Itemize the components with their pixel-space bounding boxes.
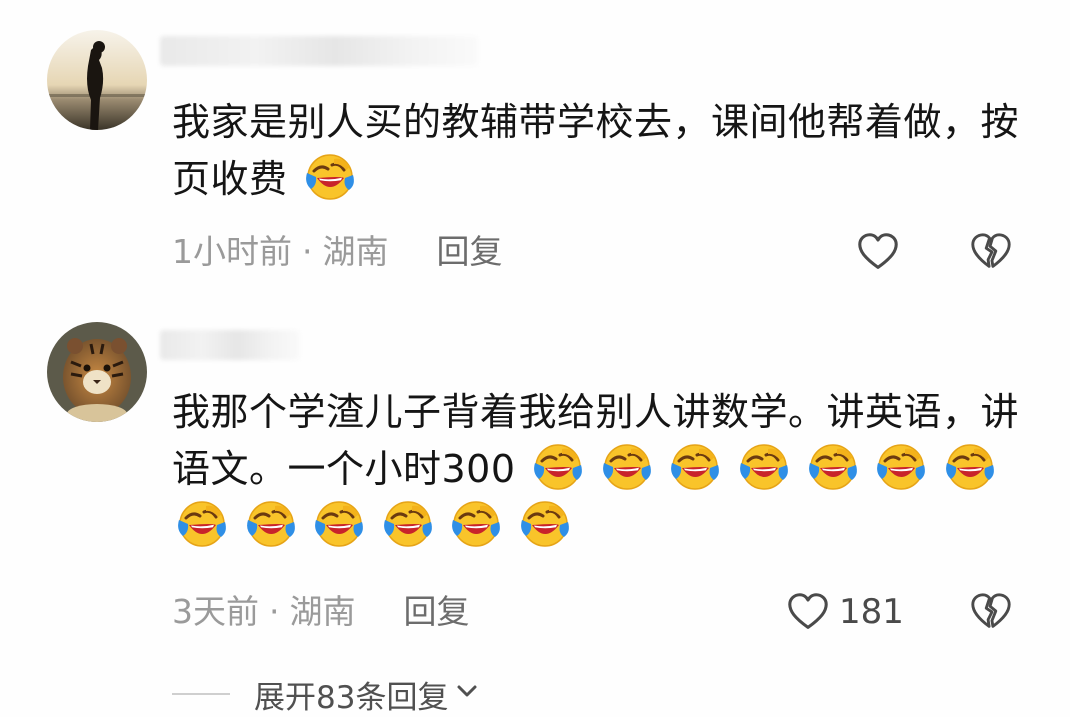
rofl-emoji-icon bbox=[944, 441, 996, 493]
comment-meta: 1小时前 · 湖南 回复 bbox=[172, 232, 503, 272]
dislike-button[interactable] bbox=[968, 588, 1014, 636]
rofl-emoji-icon bbox=[875, 441, 927, 493]
timestamp: 3天前 bbox=[172, 592, 259, 631]
rofl-emoji-icon bbox=[382, 498, 434, 550]
username-redacted[interactable] bbox=[160, 330, 300, 360]
location: 湖南 bbox=[289, 592, 356, 631]
timestamp: 1小时前 bbox=[172, 232, 292, 271]
rofl-emoji-icon bbox=[313, 498, 365, 550]
heart-outline-icon bbox=[855, 229, 901, 275]
like-button[interactable]: 181 bbox=[785, 588, 904, 636]
rofl-emoji-icon bbox=[450, 498, 502, 550]
chevron-down-icon bbox=[448, 676, 480, 712]
comment-meta: 3天前 · 湖南 回复 bbox=[172, 592, 470, 632]
comment-text: 我那个学渣儿子背着我给别人讲数学。讲英语，讲语文。一个小时300 bbox=[172, 384, 1032, 555]
reply-button[interactable]: 回复 bbox=[437, 232, 503, 271]
avatar[interactable] bbox=[47, 322, 147, 422]
broken-heart-icon bbox=[968, 229, 1014, 275]
rofl-emoji-icon bbox=[669, 441, 721, 493]
avatar[interactable] bbox=[47, 30, 147, 130]
rofl-emoji-icon bbox=[176, 498, 228, 550]
rofl-emoji-icon bbox=[807, 441, 859, 493]
separator: · bbox=[269, 592, 280, 631]
like-count: 181 bbox=[839, 592, 904, 632]
heart-outline-icon bbox=[785, 589, 831, 635]
rofl-emoji-icon bbox=[738, 441, 790, 493]
separator: · bbox=[302, 232, 313, 271]
dislike-button[interactable] bbox=[968, 228, 1014, 276]
rofl-emoji-icon bbox=[245, 498, 297, 550]
like-button[interactable] bbox=[855, 228, 901, 276]
comment-text: 我家是别人买的教辅带学校去，课间他帮着做，按页收费 bbox=[172, 94, 1032, 208]
rofl-emoji-icon bbox=[304, 151, 356, 203]
expand-replies-button[interactable]: 展开83条回复 bbox=[172, 672, 480, 716]
rofl-emoji-icon bbox=[532, 441, 584, 493]
emoji-group bbox=[288, 154, 357, 201]
rofl-emoji-icon bbox=[601, 441, 653, 493]
divider-line bbox=[172, 693, 230, 695]
expand-replies-label: 展开83条回复 bbox=[254, 679, 449, 716]
rofl-emoji-icon bbox=[519, 498, 571, 550]
broken-heart-icon bbox=[968, 589, 1014, 635]
reply-button[interactable]: 回复 bbox=[404, 592, 470, 631]
username-redacted[interactable] bbox=[160, 36, 478, 66]
location: 湖南 bbox=[322, 232, 389, 271]
